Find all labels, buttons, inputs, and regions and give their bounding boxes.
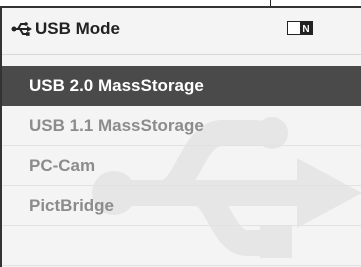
menu-item-pictbridge[interactable]: PictBridge	[2, 186, 361, 226]
menu-item-label: PictBridge	[29, 196, 115, 215]
mode-indicator-icon: N	[287, 21, 313, 35]
menu-item-label: USB 1.1 MassStorage	[29, 116, 204, 135]
usb-mode-menu: USB 2.0 MassStorage USB 1.1 MassStorage …	[2, 66, 361, 266]
menu-item-usb11-massstorage[interactable]: USB 1.1 MassStorage	[2, 106, 361, 146]
usb-mode-screen: USB Mode N USB 2.0 MassStorage USB 1.1 M…	[0, 6, 361, 267]
header-bar: USB Mode N	[2, 8, 361, 54]
menu-item-label: PC-Cam	[29, 156, 96, 175]
header-divider	[2, 54, 361, 55]
usb-symbol-icon	[11, 22, 32, 36]
menu-item-pc-cam[interactable]: PC-Cam	[2, 146, 361, 186]
menu-item-usb20-massstorage[interactable]: USB 2.0 MassStorage	[2, 66, 361, 106]
menu-empty-row	[2, 226, 361, 266]
mode-indicator-text: N	[302, 24, 309, 35]
page-title: USB Mode	[35, 19, 120, 38]
menu-item-label: USB 2.0 MassStorage	[29, 76, 204, 95]
